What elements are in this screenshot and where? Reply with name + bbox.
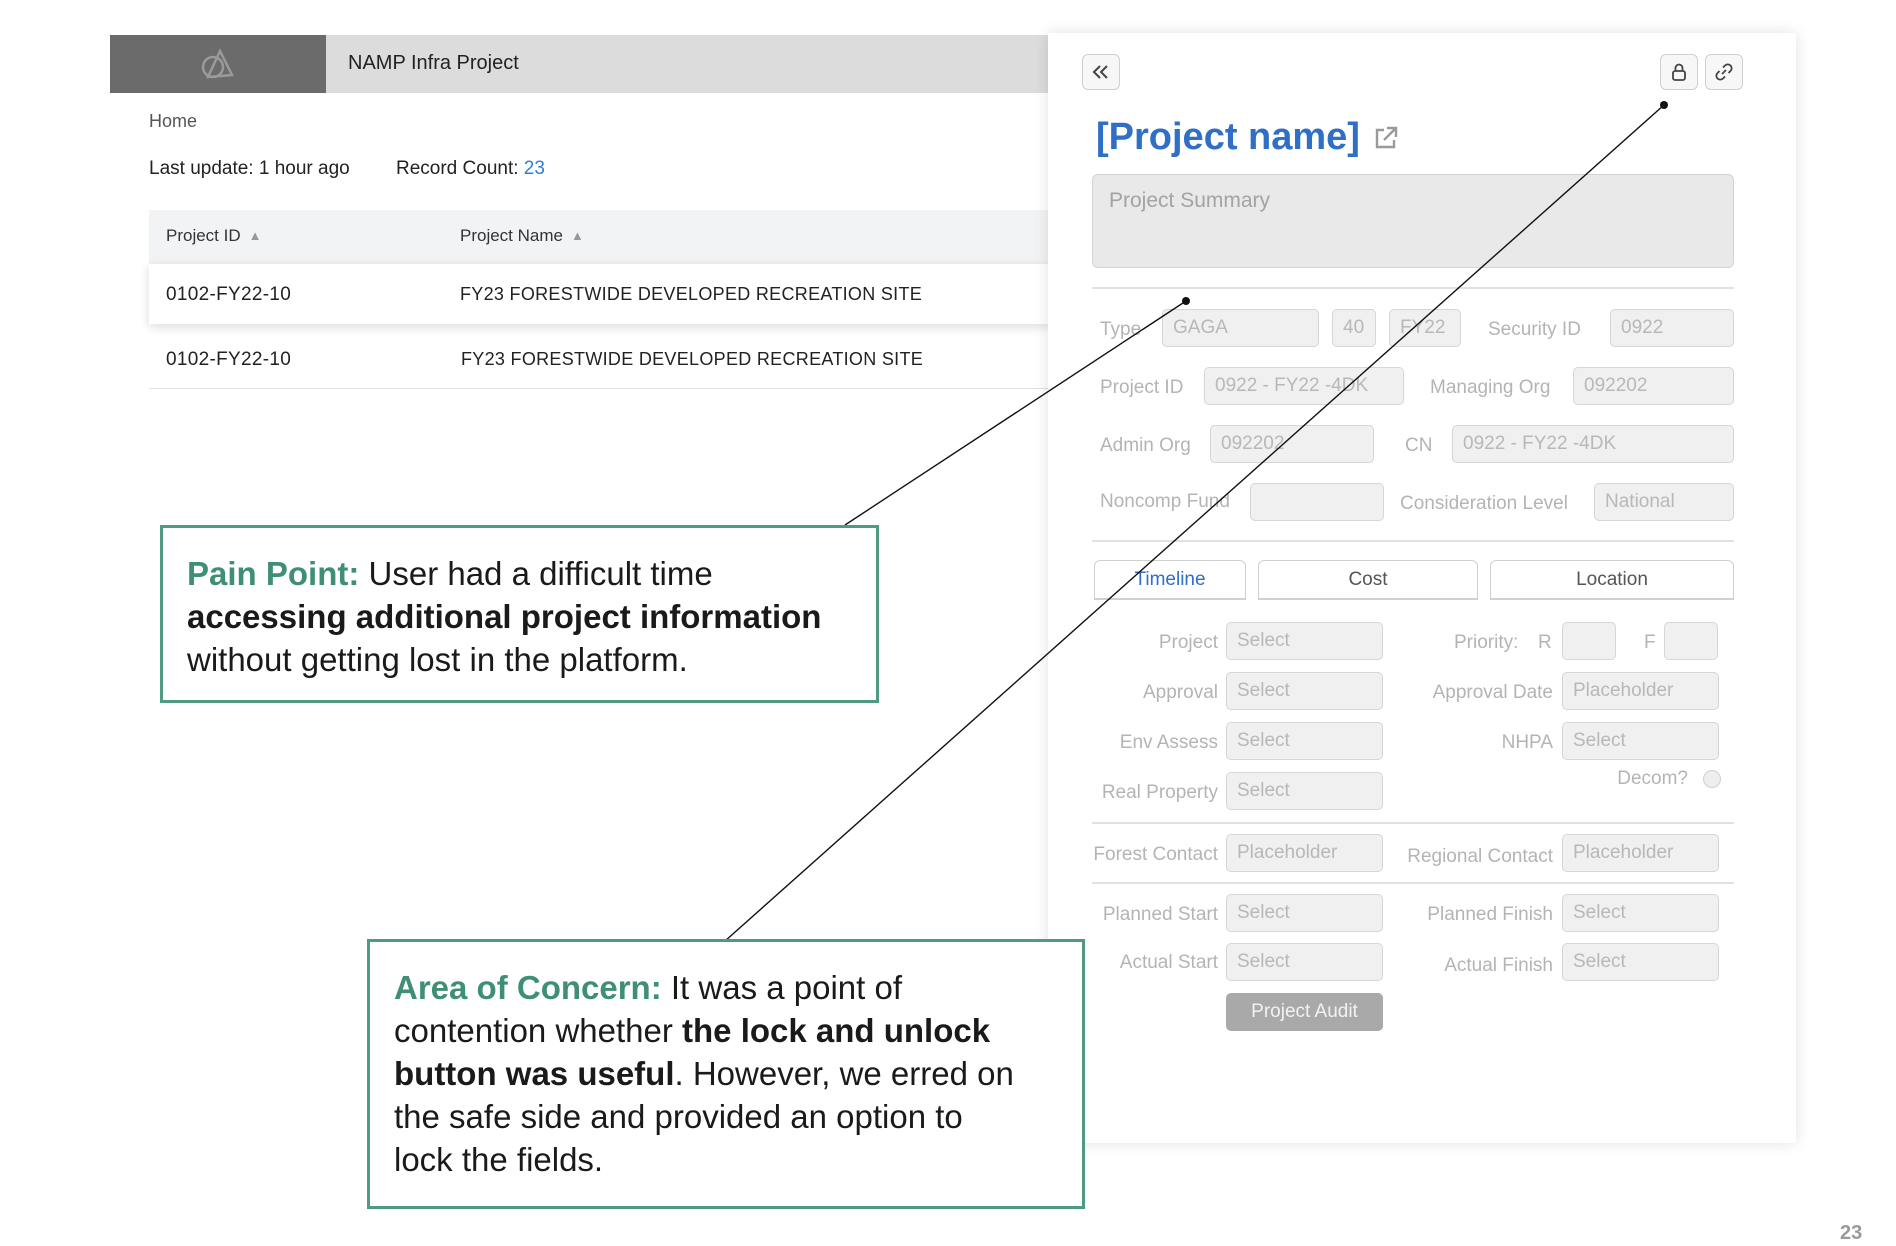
pain-point-leader-line — [844, 300, 1187, 526]
page-number: 23 — [1840, 1222, 1863, 1244]
concern-leader-line — [724, 104, 1665, 942]
pain-point-callout: Pain Point: User had a difficult time ac… — [160, 525, 879, 703]
concern-leader-dot — [1660, 101, 1668, 109]
pain-point-heading: Pain Point: — [187, 555, 360, 592]
area-of-concern-callout: Area of Concern: It was a point of conte… — [367, 939, 1085, 1209]
pain-point-leader-dot — [1182, 297, 1190, 305]
area-of-concern-heading: Area of Concern: — [394, 969, 662, 1006]
